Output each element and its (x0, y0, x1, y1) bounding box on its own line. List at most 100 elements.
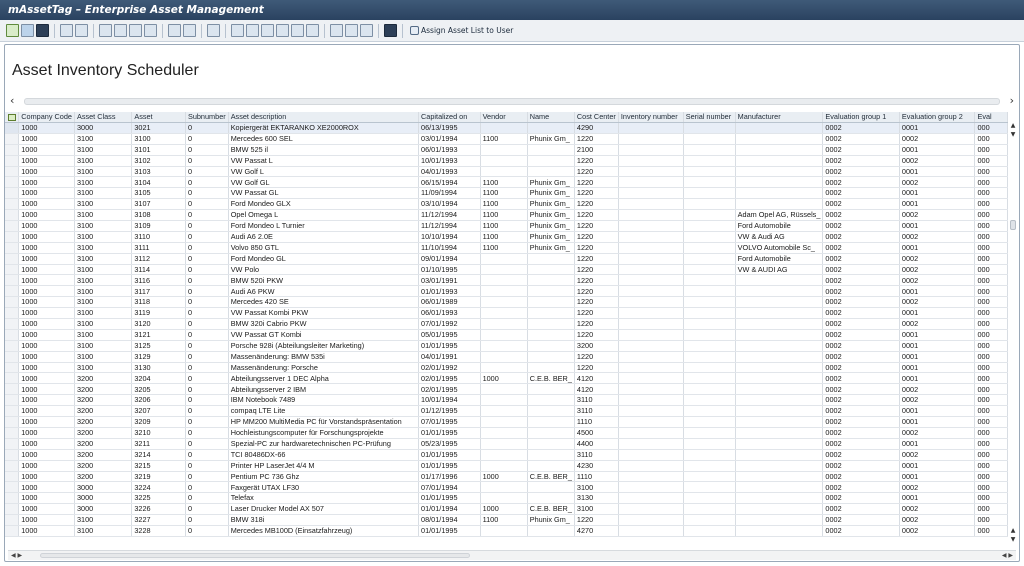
column-header[interactable]: Evaluation group 2 (899, 112, 976, 123)
table-row[interactable]: 1000 3100 3119 0 VW Passat Kombi PKW 06/01/19… (5, 307, 1008, 320)
row-selector[interactable] (5, 209, 20, 222)
scroll-down-icon[interactable]: ▼ (1009, 536, 1017, 544)
top-horizontal-scrollbar[interactable]: ‹ › (8, 94, 1016, 107)
row-selector[interactable] (5, 122, 20, 134)
filter-icon[interactable] (114, 24, 127, 37)
table-row[interactable]: 1000 3100 3101 0 BMW 525 il 06/01/1993 2100 000… (5, 144, 1008, 156)
row-selector[interactable] (5, 187, 20, 200)
column-header[interactable]: Capitalized on (418, 112, 481, 123)
row-selector[interactable] (5, 492, 20, 505)
refresh-icon[interactable] (207, 24, 220, 37)
scroll-left-icon[interactable]: ‹ (10, 94, 14, 107)
table-row[interactable]: 1000 3100 3125 0 Porsche 928i (Abteilungslei… (5, 340, 1008, 352)
save-layout-icon[interactable] (360, 24, 373, 37)
column-header[interactable]: Eval (974, 112, 1008, 123)
table-row[interactable]: 1000 3000 3226 0 Laser Drucker Model AX 507 0… (5, 503, 1008, 516)
table-row[interactable]: 1000 3100 3114 0 VW Polo 01/10/1995 1220 VW & A… (5, 264, 1008, 276)
column-header[interactable]: Evaluation group 1 (822, 112, 900, 123)
vertical-scrollbar[interactable]: ▲ ▼ ▲ ▼ (1009, 122, 1017, 549)
table-row[interactable]: 1000 3100 3227 0 BMW 318i 08/01/1994 1100 Phuni… (5, 514, 1008, 526)
row-selector[interactable] (5, 449, 20, 461)
table-row[interactable]: 1000 3000 3225 0 Telefax 01/01/1995 3130 0002 00… (5, 492, 1008, 505)
scroll-up-icon[interactable]: ▲ (1009, 122, 1017, 130)
table-row[interactable]: 1000 3200 3210 0 Hochleistungscomputer für F… (5, 427, 1008, 439)
html-icon[interactable] (291, 24, 304, 37)
row-selector[interactable] (5, 340, 20, 352)
scroll-right-icon[interactable]: › (1010, 94, 1014, 107)
scroll-track[interactable] (24, 98, 1000, 105)
table-row[interactable]: 1000 3100 3108 0 Opel Omega L 11/12/1994 1100 P… (5, 209, 1008, 222)
table-row[interactable]: 1000 3100 3117 0 Audi A6 PKW 01/01/1993 1220 00… (5, 285, 1008, 298)
row-selector[interactable] (5, 405, 20, 418)
local-file-icon[interactable] (261, 24, 274, 37)
column-header[interactable]: Inventory number (618, 112, 684, 123)
row-selector[interactable] (5, 351, 20, 363)
scroll-right-icon[interactable]: ◀ ▶ (1002, 551, 1013, 560)
scroll-down-icon[interactable]: ▼ (1009, 131, 1017, 139)
row-selector[interactable] (5, 471, 20, 483)
row-selector[interactable] (5, 264, 20, 276)
sort-ascending-icon[interactable] (144, 24, 157, 37)
table-row[interactable]: 1000 3100 3100 0 Mercedes 600 SEL 03/01/1994 1… (5, 133, 1008, 145)
table-row[interactable]: 1000 3100 3109 0 Ford Mondeo L Turnier 11/12/… (5, 220, 1008, 232)
row-selector[interactable] (5, 296, 20, 309)
details-icon[interactable] (60, 24, 73, 37)
table-row[interactable]: 1000 3100 3112 0 Ford Mondeo GL 09/01/1994 122… (5, 253, 1008, 265)
row-selector[interactable] (5, 220, 20, 232)
row-selector[interactable] (5, 525, 20, 537)
row-selector[interactable] (5, 155, 20, 167)
column-header[interactable]: Asset (131, 112, 186, 123)
row-selector[interactable] (5, 383, 20, 396)
column-header[interactable]: Asset Class (74, 112, 133, 123)
row-selector[interactable] (5, 318, 20, 330)
column-header[interactable]: Name (527, 112, 575, 123)
export-icon[interactable] (231, 24, 244, 37)
column-header[interactable]: Asset description (228, 112, 420, 123)
bottom-horizontal-scrollbar[interactable]: ◀ ▶ ◀ ▶ (8, 550, 1016, 560)
row-selector[interactable] (5, 242, 20, 254)
table-row[interactable]: 1000 3100 3130 0 Massenänderung: Porsche 02/0… (5, 362, 1008, 374)
check-icon[interactable] (6, 24, 19, 37)
select-all-rows-cell[interactable] (5, 112, 20, 123)
row-selector[interactable] (5, 329, 20, 341)
table-row[interactable]: 1000 3100 3107 0 Ford Mondeo GLX 03/10/1994 11… (5, 198, 1008, 211)
table-row[interactable]: 1000 3100 3121 0 VW Passat GT Kombi 05/01/199… (5, 329, 1008, 341)
layout-icon[interactable] (330, 24, 343, 37)
table-row[interactable]: 1000 3100 3129 0 Massenänderung: BMW 535i 04/… (5, 351, 1008, 363)
subtotal-icon[interactable] (183, 24, 196, 37)
table-row[interactable]: 1000 3200 3209 0 HP MM200 MultiMedia PC für … (5, 416, 1008, 428)
select-all-icon[interactable] (75, 24, 88, 37)
assign-asset-list-button[interactable]: Assign Asset List to User (410, 26, 513, 35)
row-selector[interactable] (5, 133, 20, 145)
table-row[interactable]: 1000 3100 3120 0 BMW 320i Cabrio PKW 07/01/19… (5, 318, 1008, 330)
table-row[interactable]: 1000 3100 3103 0 VW Golf L 04/01/1993 1220 0002… (5, 166, 1008, 178)
row-selector[interactable] (5, 503, 20, 516)
table-row[interactable]: 1000 3100 3111 0 Volvo 850 GTL 11/10/1994 1100… (5, 242, 1008, 254)
print-icon[interactable] (99, 24, 112, 37)
column-header[interactable]: Subnumber (185, 112, 229, 123)
save-icon[interactable] (21, 24, 34, 37)
row-selector[interactable] (5, 144, 20, 156)
table-row[interactable]: 1000 3200 3205 0 Abteilungsserver 2 IBM 02/01… (5, 383, 1008, 396)
table-row[interactable]: 1000 3200 3207 0 compaq LTE Lite 01/12/1995 31… (5, 405, 1008, 418)
scroll-left-icon[interactable]: ◀ ▶ (11, 551, 22, 560)
table-row[interactable]: 1000 3200 3215 0 Printer HP LaserJet 4/4 M 01… (5, 460, 1008, 472)
send-icon[interactable] (306, 24, 319, 37)
row-selector[interactable] (5, 253, 20, 265)
column-header[interactable]: Manufacturer (735, 112, 824, 123)
row-selector[interactable] (5, 166, 20, 178)
row-selector[interactable] (5, 307, 20, 320)
column-header[interactable]: Serial number (683, 112, 736, 123)
table-row[interactable]: 1000 3200 3219 0 Pentium PC 736 Ghz 01/17/199… (5, 471, 1008, 483)
row-selector[interactable] (5, 394, 20, 407)
column-header[interactable]: Company Code (18, 112, 75, 123)
sum-icon[interactable] (168, 24, 181, 37)
row-selector[interactable] (5, 285, 20, 298)
table-row[interactable]: 1000 3100 3110 0 Audi A6 2.0E 10/10/1994 1100 P… (5, 231, 1008, 243)
table-row[interactable]: 1000 3100 3116 0 BMW 520i PKW 03/01/1991 1220 0… (5, 274, 1008, 287)
row-selector[interactable] (5, 362, 20, 374)
column-header[interactable]: Cost Center (574, 112, 619, 123)
row-selector[interactable] (5, 416, 20, 428)
table-row[interactable]: 1000 3100 3104 0 VW Golf GL 06/15/1994 1100 Phu… (5, 176, 1008, 189)
row-selector[interactable] (5, 198, 20, 211)
